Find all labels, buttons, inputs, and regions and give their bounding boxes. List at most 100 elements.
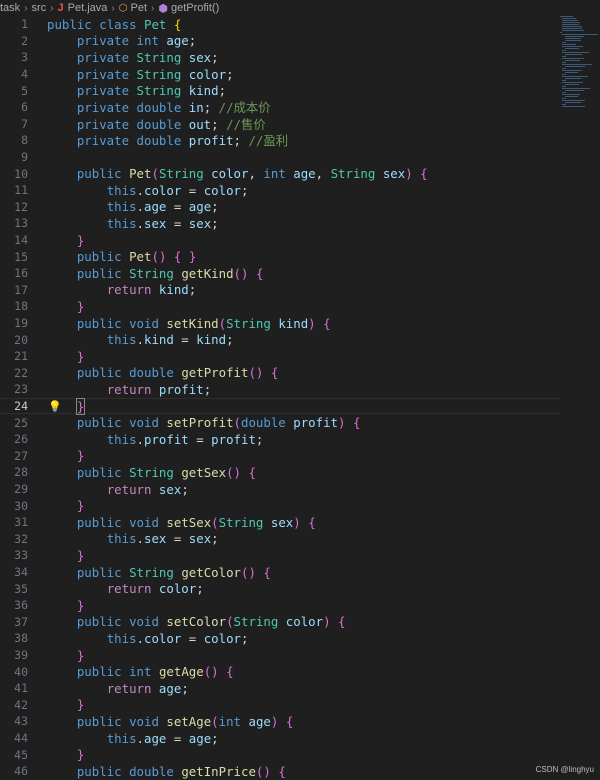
code-line[interactable]: 5 private String kind;: [0, 82, 560, 99]
code-line[interactable]: 39 }: [0, 647, 560, 664]
code-line[interactable]: 44 this.age = age;: [0, 730, 560, 747]
code-line[interactable]: 35 return color;: [0, 580, 560, 597]
line-number: 43: [14, 714, 28, 729]
minimap-line: [564, 90, 584, 91]
code-line[interactable]: 4 private String color;: [0, 66, 560, 83]
code-line[interactable]: 45 }: [0, 746, 560, 763]
code-line[interactable]: 29 return sex;: [0, 481, 560, 498]
line-number: 5: [21, 83, 28, 98]
code-line[interactable]: 11 this.color = color;: [0, 182, 560, 199]
minimap-line: [564, 78, 581, 79]
code-line[interactable]: 43 public void setAge(int age) {: [0, 713, 560, 730]
line-number: 34: [14, 565, 28, 580]
code-line[interactable]: 22 public double getProfit() {: [0, 365, 560, 382]
minimap-line: [562, 106, 585, 107]
code-line[interactable]: 16 public String getKind() {: [0, 265, 560, 282]
code-line[interactable]: 42 }: [0, 697, 560, 714]
code-line[interactable]: 13 this.sex = sex;: [0, 215, 560, 232]
code-text: public void setProfit(double profit) {: [76, 415, 361, 431]
minimap-line: [564, 72, 579, 73]
line-number: 10: [14, 166, 28, 181]
code-line[interactable]: 2 private int age;: [0, 33, 560, 50]
code-text: this.sex = sex;: [106, 215, 219, 231]
java-file-icon: J: [57, 2, 64, 14]
code-line[interactable]: 1 public class Pet {: [0, 16, 560, 33]
code-line[interactable]: 28 public String getSex() {: [0, 464, 560, 481]
breadcrumb-label: Pet: [130, 2, 148, 14]
code-text: this.kind = kind;: [106, 332, 234, 348]
minimap-line: [562, 26, 582, 27]
line-number: 38: [14, 631, 28, 646]
code-line[interactable]: 23 return profit;: [0, 381, 560, 398]
code-line[interactable]: 27 }: [0, 448, 560, 465]
code-line[interactable]: 37 public void setColor(String color) {: [0, 614, 560, 631]
code-line[interactable]: 41 return age;: [0, 680, 560, 697]
line-number: 12: [14, 199, 28, 214]
minimap-line: [564, 66, 586, 67]
line-number: 3: [21, 50, 28, 65]
code-line[interactable]: 19 public void setKind(String kind) {: [0, 315, 560, 332]
breadcrumb-item-class[interactable]: ⬡ Pet: [119, 2, 147, 14]
code-text: return kind;: [106, 282, 197, 298]
code-line[interactable]: 25 public void setProfit(double profit) …: [0, 414, 560, 431]
code-text: public Pet() { }: [76, 249, 197, 265]
line-number: 29: [14, 482, 28, 497]
line-number: 24: [14, 399, 28, 414]
code-editor[interactable]: 1 public class Pet {2 private int age; 3 p…: [0, 16, 560, 780]
breadcrumb: task › src › J Pet.java › ⬡ Pet › ⬢ getProf…: [0, 0, 600, 16]
code-text: return age;: [106, 680, 189, 696]
line-number: 21: [14, 349, 28, 364]
minimap-line: [562, 68, 566, 69]
line-number: 18: [14, 299, 28, 314]
breadcrumb-item-method[interactable]: ⬢ getProfit(): [158, 2, 219, 15]
line-number: 7: [21, 116, 28, 131]
breadcrumb-item-src[interactable]: src: [32, 2, 47, 14]
code-line[interactable]: 9: [0, 149, 560, 166]
line-number: 35: [14, 581, 28, 596]
code-text: this.color = color;: [106, 630, 249, 646]
code-line[interactable]: 33 }: [0, 547, 560, 564]
minimap[interactable]: [560, 16, 600, 107]
line-number: 13: [14, 216, 28, 231]
code-line[interactable]: 3 private String sex;: [0, 49, 560, 66]
code-line[interactable]: 10 public Pet(String color, int age, Str…: [0, 165, 560, 182]
code-text: return color;: [106, 581, 204, 597]
code-text: private double profit; //盈利: [76, 133, 289, 149]
code-line[interactable]: 31 public void setSex(String sex) {: [0, 514, 560, 531]
code-line[interactable]: 17 return kind;: [0, 282, 560, 299]
code-line[interactable]: 30 }: [0, 497, 560, 514]
code-line[interactable]: 36 }: [0, 597, 560, 614]
code-line[interactable]: 24 💡 }: [0, 397, 560, 415]
minimap-line: [562, 52, 589, 53]
code-line[interactable]: 40 public int getAge() {: [0, 663, 560, 680]
code-line[interactable]: 14 }: [0, 232, 560, 249]
code-line[interactable]: 12 this.age = age;: [0, 199, 560, 216]
code-line[interactable]: 46 public double getInPrice() {: [0, 763, 560, 780]
chevron-right-icon: ›: [151, 2, 155, 14]
code-line[interactable]: 34 public String getColor() {: [0, 564, 560, 581]
breadcrumb-item-task[interactable]: task: [0, 2, 20, 14]
code-line[interactable]: 38 this.color = color;: [0, 630, 560, 647]
minimap-line: [562, 94, 580, 95]
code-line[interactable]: 32 this.sex = sex;: [0, 531, 560, 548]
code-line[interactable]: 8 private double profit; //盈利: [0, 132, 560, 149]
code-text: this.profit = profit;: [106, 431, 264, 447]
code-line[interactable]: 15 public Pet() { }: [0, 248, 560, 265]
line-number: 45: [14, 747, 28, 762]
minimap-line: [562, 98, 566, 99]
minimap-line: [564, 102, 581, 103]
code-line[interactable]: 26 this.profit = profit;: [0, 431, 560, 448]
minimap-line: [564, 48, 579, 49]
minimap-line: [562, 46, 583, 47]
code-line[interactable]: 21 }: [0, 348, 560, 365]
code-text: private double out; //售价: [76, 116, 266, 132]
minimap-line: [562, 50, 566, 51]
minimap-line: [564, 60, 581, 61]
code-text: private String kind;: [76, 83, 227, 99]
code-line[interactable]: 7 private double out; //售价: [0, 116, 560, 133]
breadcrumb-item-file[interactable]: J Pet.java: [58, 2, 108, 14]
code-line[interactable]: 6 private double in; //成本价: [0, 99, 560, 116]
minimap-line: [564, 38, 581, 39]
code-line[interactable]: 18 }: [0, 298, 560, 315]
code-line[interactable]: 20 this.kind = kind;: [0, 331, 560, 348]
